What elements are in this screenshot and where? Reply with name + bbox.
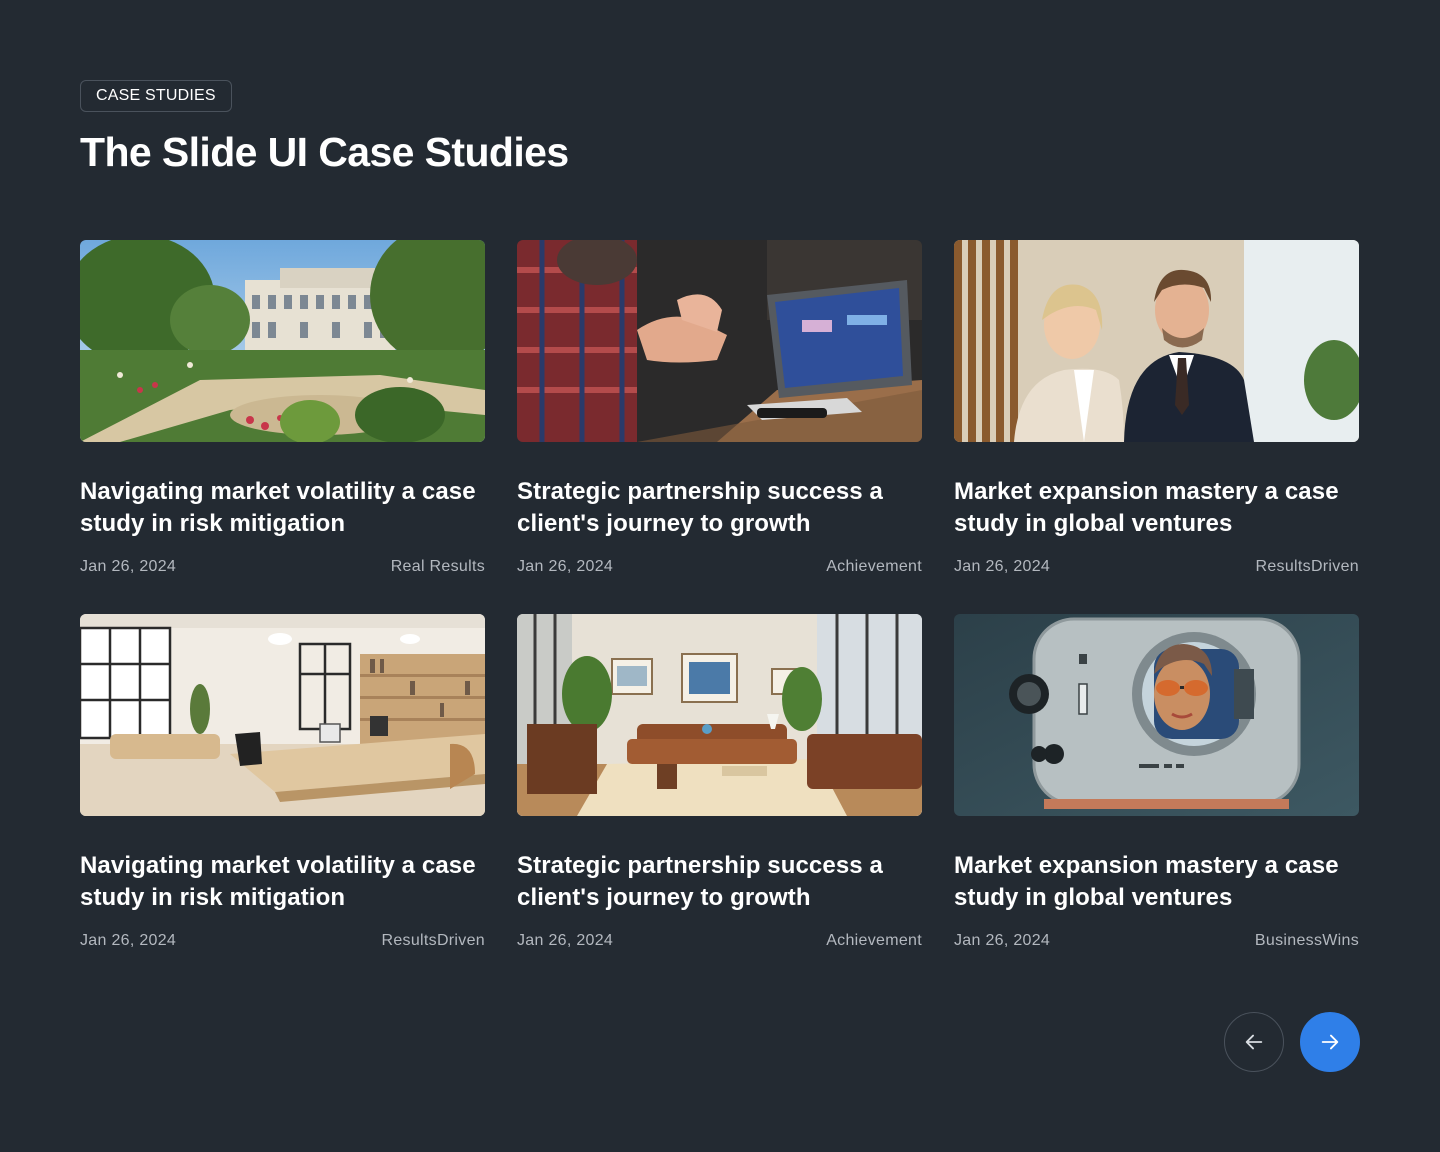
card-date: Jan 26, 2024: [517, 932, 614, 949]
card-meta: Jan 26, 2024 Real Results: [80, 558, 485, 576]
card-meta: Jan 26, 2024 Achievement: [517, 558, 922, 576]
meeting-laptop-image[interactable]: [517, 240, 922, 442]
arrow-left-icon: [1245, 1034, 1263, 1050]
section-badge: CASE STUDIES: [80, 80, 232, 112]
case-study-card[interactable]: Strategic partnership success a client's…: [517, 614, 922, 950]
card-date: Jan 26, 2024: [954, 932, 1051, 949]
card-title[interactable]: Market expansion mastery a case study in…: [954, 850, 1359, 914]
arrow-right-icon: [1321, 1034, 1339, 1050]
case-study-card[interactable]: Market expansion mastery a case study in…: [954, 614, 1359, 950]
card-tag: BusinessWins: [1254, 932, 1359, 949]
case-studies-header: CASE STUDIES The Slide UI Case Studies: [80, 80, 1359, 175]
card-tag: Achievement: [826, 932, 922, 949]
card-meta: Jan 26, 2024 Achievement: [517, 932, 922, 950]
card-tag: ResultsDriven: [1255, 558, 1359, 575]
case-studies-grid: Navigating market volatility a case stud…: [80, 240, 1360, 950]
card-title[interactable]: Strategic partnership success a client's…: [517, 476, 922, 540]
card-meta: Jan 26, 2024 ResultsDriven: [954, 558, 1359, 576]
palace-garden-image[interactable]: [80, 240, 485, 442]
card-tag: ResultsDriven: [381, 932, 485, 949]
business-people-image[interactable]: [954, 240, 1359, 442]
previous-button[interactable]: [1224, 1012, 1284, 1072]
card-title[interactable]: Navigating market volatility a case stud…: [80, 850, 485, 914]
card-date: Jan 26, 2024: [954, 558, 1051, 575]
page-title: The Slide UI Case Studies: [80, 129, 569, 175]
case-study-card[interactable]: Market expansion mastery a case study in…: [954, 240, 1359, 576]
card-meta: Jan 26, 2024 BusinessWins: [954, 932, 1359, 950]
card-tag: Achievement: [826, 558, 922, 575]
card-title[interactable]: Strategic partnership success a client's…: [517, 850, 922, 914]
card-tag: Real Results: [390, 558, 485, 575]
card-date: Jan 26, 2024: [80, 558, 177, 575]
carousel-navigation: [1224, 1012, 1360, 1072]
card-title[interactable]: Market expansion mastery a case study in…: [954, 476, 1359, 540]
case-study-card[interactable]: Strategic partnership success a client's…: [517, 240, 922, 576]
case-study-card[interactable]: Navigating market volatility a case stud…: [80, 240, 485, 576]
next-button[interactable]: [1300, 1012, 1360, 1072]
card-date: Jan 26, 2024: [80, 932, 177, 949]
retro-robot-image[interactable]: [954, 614, 1359, 816]
lounge-room-image[interactable]: [517, 614, 922, 816]
card-meta: Jan 26, 2024 ResultsDriven: [80, 932, 485, 950]
case-study-card[interactable]: Navigating market volatility a case stud…: [80, 614, 485, 950]
card-title[interactable]: Navigating market volatility a case stud…: [80, 476, 485, 540]
bright-office-image[interactable]: [80, 614, 485, 816]
card-date: Jan 26, 2024: [517, 558, 614, 575]
